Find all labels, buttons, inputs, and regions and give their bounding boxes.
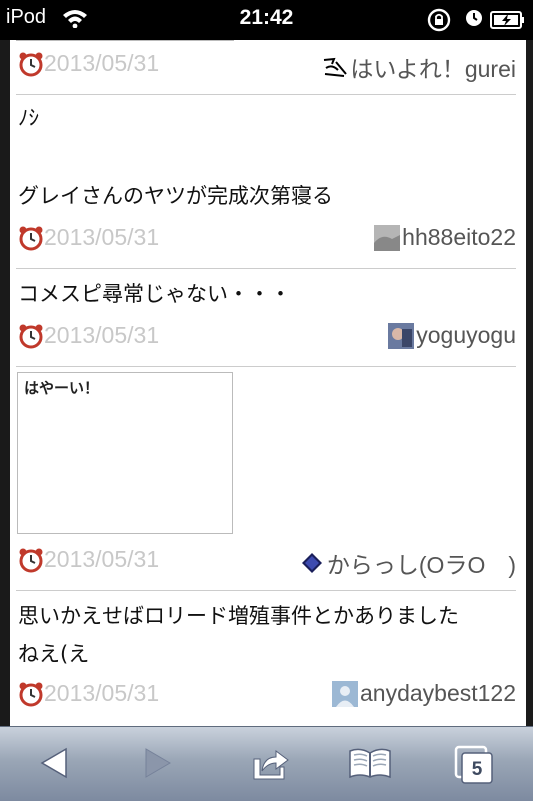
post-meta: 2013/05/31 yoguyogu: [10, 320, 526, 352]
post-username-text[interactable]: からっし(OラO ): [327, 546, 516, 580]
drawing-image[interactable]: はやーい！: [17, 372, 233, 534]
post-username-text[interactable]: hh88eito22: [402, 224, 516, 251]
forward-arrow-icon[interactable]: [142, 745, 174, 785]
alarm-clock-icon: [17, 224, 45, 252]
back-arrow-icon[interactable]: [38, 745, 70, 785]
post-message-line: 思いかえせばロリード増殖事件とかありました: [18, 604, 459, 628]
post-date: 2013/05/31: [44, 546, 160, 572]
tabs-icon[interactable]: 5: [454, 745, 496, 789]
post-date: 2013/05/31: [44, 50, 160, 76]
drawing-text: はやーい！: [24, 379, 99, 397]
comment-feed[interactable]: 2013/05/31 はいよれ！gurei ﾉｼ グレイさんのヤツが完成次第寝る…: [10, 40, 526, 726]
post-divider: [16, 590, 516, 591]
alarm-clock-icon: [17, 680, 45, 708]
share-icon[interactable]: [250, 745, 290, 785]
post-message-line: コメスピ尋常じゃない・・・: [18, 282, 291, 306]
tab-count: 5: [472, 759, 483, 780]
status-bar: iPod 21:42: [0, 0, 533, 40]
alarm-clock-icon: [17, 546, 45, 574]
post-message-line: ねえ(え: [18, 642, 90, 666]
doodle-avatar-icon: [322, 54, 349, 80]
post-username-text[interactable]: yoguyogu: [416, 322, 516, 349]
post-date: 2013/05/31: [44, 322, 160, 348]
browser-toolbar: 5: [0, 726, 533, 801]
post-divider: [16, 366, 516, 367]
post-username[interactable]: はいよれ！gurei: [322, 50, 516, 84]
alarm-icon: [464, 8, 484, 32]
clock-time: 21:42: [239, 6, 294, 29]
post-date: 2013/05/31: [44, 224, 160, 250]
post-divider: [16, 94, 516, 95]
post-username[interactable]: hh88eito22: [374, 224, 516, 251]
post-username[interactable]: yoguyogu: [388, 322, 516, 349]
web-page[interactable]: 2013/05/31 はいよれ！gurei ﾉｼ グレイさんのヤツが完成次第寝る…: [0, 40, 533, 726]
post-meta: 2013/05/31 anydaybest122: [10, 678, 526, 710]
post-username-text[interactable]: はいよれ！gurei: [350, 50, 516, 84]
post-username-text[interactable]: anydaybest122: [360, 680, 516, 707]
photo-avatar-icon: [388, 322, 415, 349]
rotation-lock-icon: [426, 7, 452, 37]
alarm-clock-icon: [17, 50, 45, 78]
diamond-avatar-icon: [299, 550, 325, 576]
post-divider: [16, 268, 516, 269]
default-person-avatar-icon: [331, 680, 358, 707]
previous-drawing-frame: [16, 40, 234, 41]
post-username[interactable]: anydaybest122: [331, 680, 516, 707]
post-meta: 2013/05/31 はいよれ！gurei: [10, 48, 526, 82]
post-meta: 2013/05/31 からっし(OラO ): [10, 544, 526, 578]
post-message-line: ﾉｼ: [18, 106, 39, 130]
alarm-clock-icon: [17, 322, 45, 350]
battery-icon: [490, 10, 526, 34]
post-meta: 2013/05/31 hh88eito22: [10, 222, 526, 254]
gray-avatar-icon: [374, 224, 401, 251]
handwritten-drawing: はやーい！: [24, 379, 99, 397]
post-username[interactable]: からっし(OラO ): [299, 546, 516, 580]
post-date: 2013/05/31: [44, 680, 160, 706]
post-message-line: グレイさんのヤツが完成次第寝る: [18, 184, 333, 208]
bookmarks-icon[interactable]: [348, 745, 392, 785]
